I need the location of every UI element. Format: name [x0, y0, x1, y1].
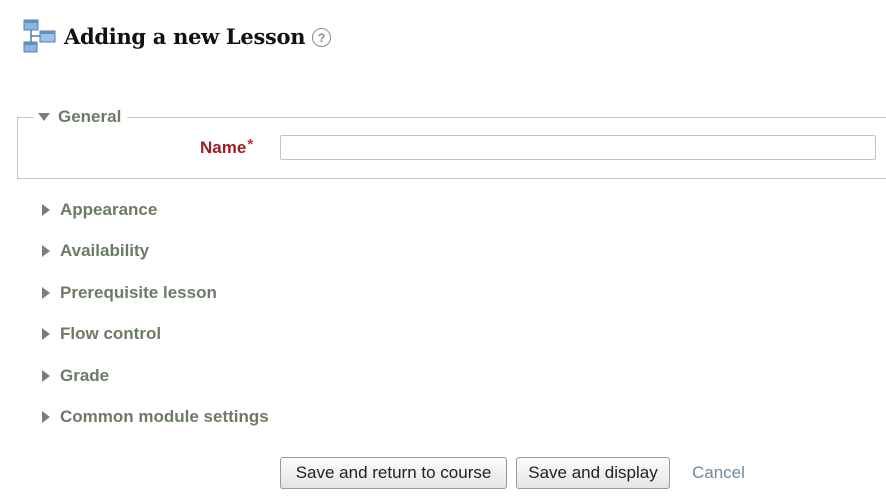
section-label: Prerequisite lesson [60, 283, 217, 302]
collapse-arrow-icon [38, 113, 50, 121]
section-availability[interactable]: Availability [42, 241, 149, 261]
section-label: Availability [60, 241, 150, 260]
required-icon: * [247, 136, 254, 153]
page-title: Adding a new Lesson [64, 23, 306, 49]
save-and-display-button[interactable]: Save and display [516, 457, 670, 489]
page-header: Adding a new Lesson ? [22, 18, 332, 54]
section-grade[interactable]: Grade [42, 366, 109, 386]
section-label: Appearance [60, 200, 158, 219]
expand-arrow-icon [42, 287, 50, 299]
section-prerequisite-lesson[interactable]: Prerequisite lesson [42, 283, 217, 303]
section-common-module-settings[interactable]: Common module settings [42, 407, 269, 427]
section-label: Common module settings [60, 407, 269, 426]
name-label: Name* [200, 136, 254, 158]
save-and-return-button[interactable]: Save and return to course [280, 457, 507, 489]
expand-arrow-icon [42, 411, 50, 423]
section-flow-control[interactable]: Flow control [42, 324, 161, 344]
name-label-text: Name [200, 138, 247, 157]
help-icon[interactable]: ? [312, 28, 332, 47]
general-legend-label: General [58, 107, 122, 126]
name-input[interactable] [280, 135, 876, 160]
section-label: Grade [60, 366, 110, 385]
expand-arrow-icon [42, 245, 50, 257]
expand-arrow-icon [42, 370, 50, 382]
general-legend[interactable]: General [34, 107, 128, 127]
expand-arrow-icon [42, 328, 50, 340]
section-label: Flow control [60, 324, 162, 343]
expand-arrow-icon [42, 204, 50, 216]
section-appearance[interactable]: Appearance [42, 200, 157, 220]
cancel-link[interactable]: Cancel [692, 463, 745, 483]
general-fieldset: General Name* [17, 107, 886, 179]
lesson-icon [22, 18, 58, 54]
